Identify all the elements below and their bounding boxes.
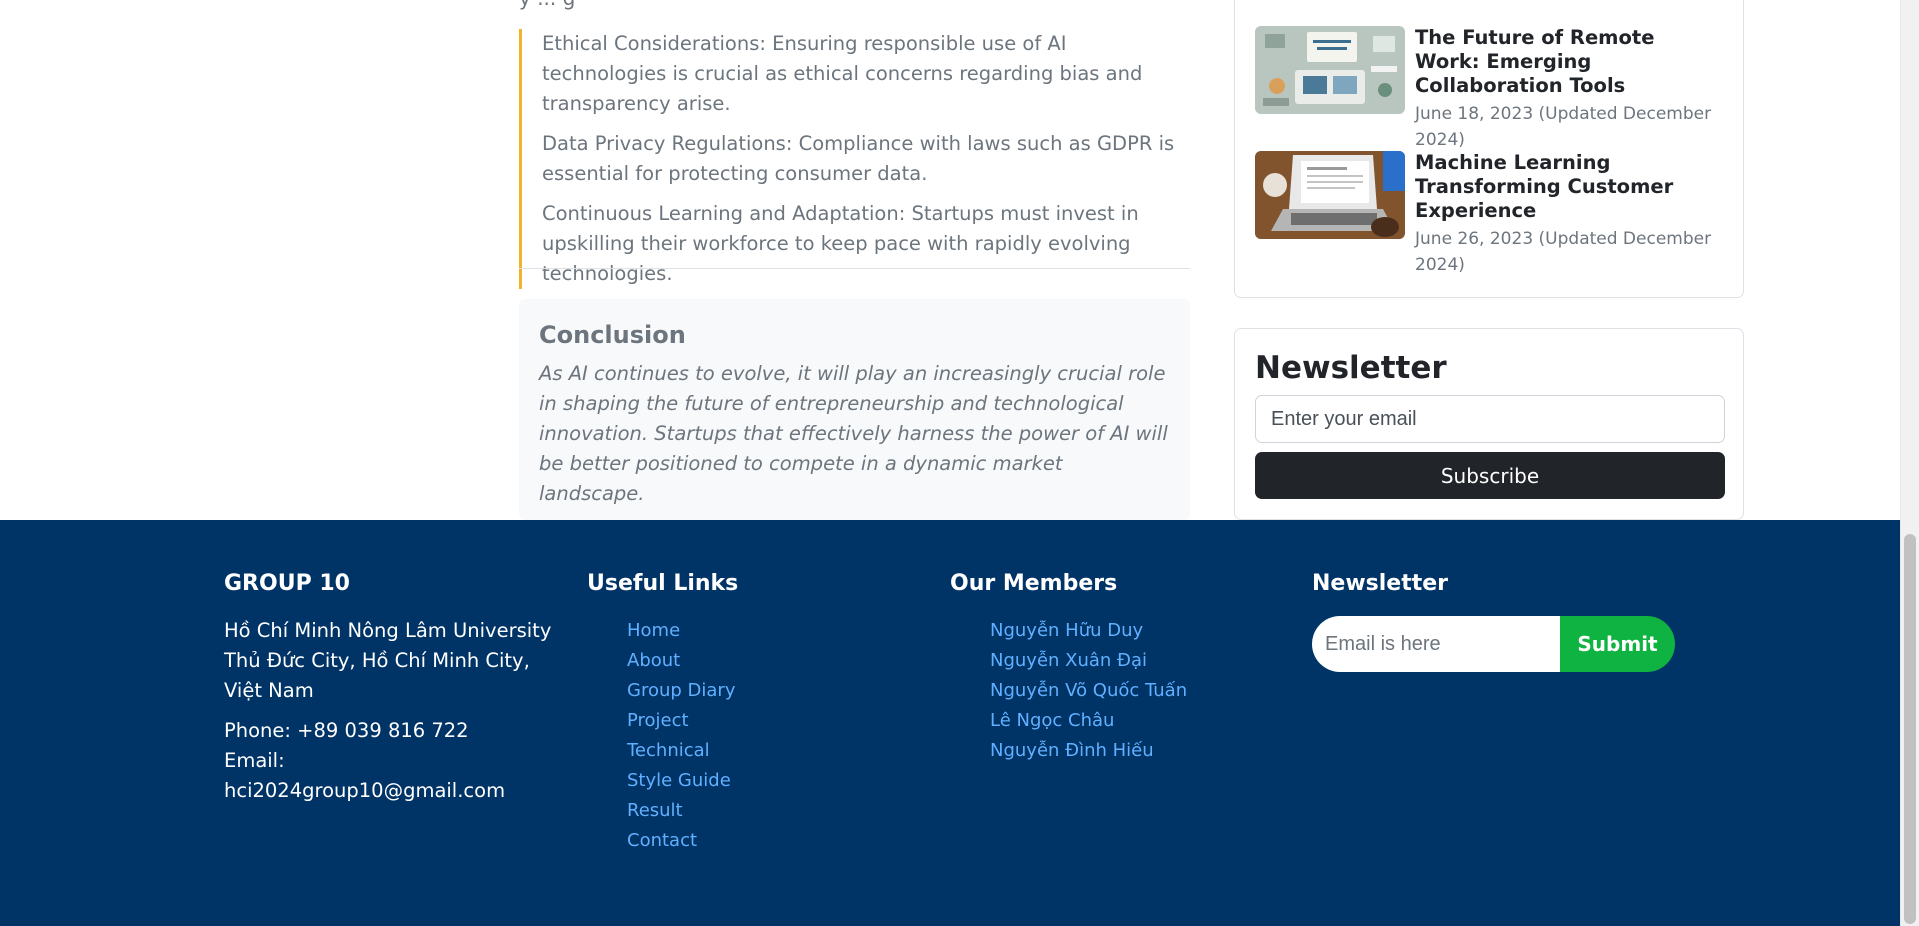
footer-link-about[interactable]: About [627, 646, 907, 676]
recent-post-item[interactable]: Machine Learning Transforming Customer E… [1255, 151, 1725, 275]
footer-phone: Phone: +89 039 816 722 [224, 719, 469, 742]
sidebar-newsletter-card: Newsletter Subscribe [1234, 328, 1744, 520]
footer-email-input[interactable] [1312, 616, 1572, 672]
conclusion-title: Conclusion [539, 321, 686, 349]
post-thumbnail-laptop[interactable] [1255, 151, 1405, 239]
cut-off-text: y ... g [519, 0, 575, 10]
footer-group-title: GROUP 10 [224, 571, 350, 596]
post-title-link[interactable]: Machine Learning Transforming Customer E… [1415, 151, 1725, 223]
subscribe-button[interactable]: Subscribe [1255, 452, 1725, 499]
footer-link-style-guide[interactable]: Style Guide [627, 766, 907, 796]
member-link[interactable]: Lê Ngọc Châu [990, 706, 1270, 736]
footer-link-technical[interactable]: Technical [627, 736, 907, 766]
conclusion-box: Conclusion As AI continues to evolve, it… [519, 299, 1190, 520]
key-points-blockquote: Ethical Considerations: Ensuring respons… [519, 29, 1190, 289]
conclusion-text: As AI continues to evolve, it will play … [539, 362, 1168, 505]
post-info: The Future of Remote Work: Emerging Coll… [1415, 26, 1725, 153]
footer-group-info: GROUP 10 Hồ Chí Minh Nông Lâm University… [224, 570, 564, 806]
useful-links-title: Useful Links [587, 571, 739, 596]
section-divider [519, 268, 1190, 269]
member-link[interactable]: Nguyễn Hữu Duy [990, 616, 1270, 646]
member-link[interactable]: Nguyễn Xuân Đại [990, 646, 1270, 676]
footer-link-group-diary[interactable]: Group Diary [627, 676, 907, 706]
point-privacy: Data Privacy Regulations: Compliance wit… [542, 132, 1175, 185]
useful-links-list: Home About Group Diary Project Technical… [587, 616, 907, 856]
newsletter-email-input[interactable] [1255, 395, 1725, 443]
footer-subscribe-form: Submit [1312, 616, 1675, 672]
point-learning: Continuous Learning and Adaptation: Star… [542, 202, 1139, 285]
footer-link-project[interactable]: Project [627, 706, 907, 736]
members-title: Our Members [950, 571, 1118, 596]
footer-address: Hồ Chí Minh Nông Lâm University Thủ Đức … [224, 619, 552, 702]
footer-useful-links: Useful Links Home About Group Diary Proj… [587, 570, 907, 856]
footer-newsletter-title: Newsletter [1312, 571, 1449, 596]
post-title-link[interactable]: The Future of Remote Work: Emerging Coll… [1415, 26, 1725, 98]
scrollbar-thumb[interactable] [1904, 534, 1916, 924]
footer-newsletter: Newsletter Submit [1312, 570, 1682, 672]
member-link[interactable]: Nguyễn Đình Hiếu [990, 736, 1270, 766]
footer-link-home[interactable]: Home [627, 616, 907, 646]
newsletter-title: Newsletter [1255, 350, 1447, 386]
site-footer: GROUP 10 Hồ Chí Minh Nông Lâm University… [0, 520, 1900, 926]
post-thumbnail-remote-work[interactable] [1255, 26, 1405, 114]
members-list: Nguyễn Hữu Duy Nguyễn Xuân Đại Nguyễn Võ… [950, 616, 1270, 766]
footer-email: Email: hci2024group10@gmail.com [224, 749, 506, 802]
footer-link-result[interactable]: Result [627, 796, 907, 826]
recent-post-item[interactable]: The Future of Remote Work: Emerging Coll… [1255, 26, 1725, 150]
recent-posts-card: The Future of Remote Work: Emerging Coll… [1234, 0, 1744, 298]
post-info: Machine Learning Transforming Customer E… [1415, 151, 1725, 278]
member-link[interactable]: Nguyễn Võ Quốc Tuấn [990, 676, 1270, 706]
page-scrollbar[interactable] [1900, 0, 1919, 926]
post-date: June 26, 2023 (Updated December 2024) [1415, 229, 1712, 275]
footer-members: Our Members Nguyễn Hữu Duy Nguyễn Xuân Đ… [950, 570, 1270, 766]
point-ethical: Ethical Considerations: Ensuring respons… [542, 32, 1143, 115]
post-date: June 18, 2023 (Updated December 2024) [1415, 104, 1712, 150]
footer-submit-button[interactable]: Submit [1560, 616, 1675, 672]
footer-link-contact[interactable]: Contact [627, 826, 907, 856]
